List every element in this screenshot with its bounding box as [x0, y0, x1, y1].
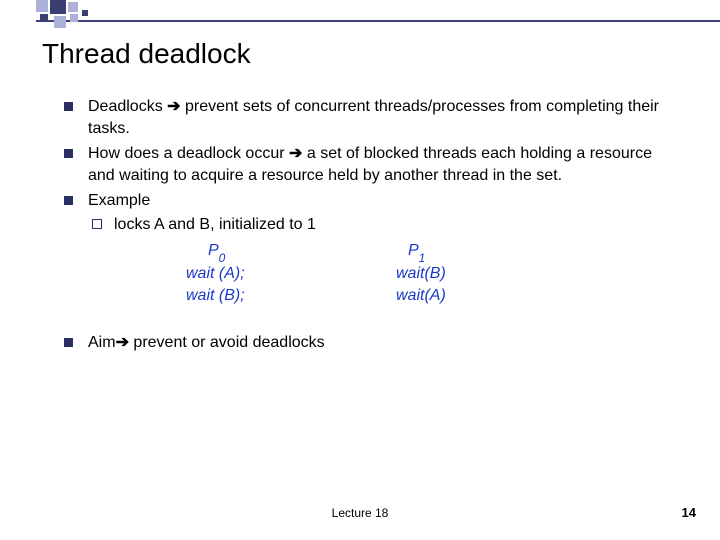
deco-square: [70, 14, 78, 22]
header-decoration: [0, 0, 720, 28]
slide: Thread deadlock Deadlocks ➔ prevent sets…: [0, 0, 720, 540]
deco-square: [36, 0, 48, 12]
sub-bullet-list: locks A and B, initialized to 1 P0 P1 wa…: [88, 214, 660, 306]
arrow-icon: ➔: [167, 98, 180, 115]
sub-bullet-item: locks A and B, initialized to 1 P0 P1 wa…: [88, 214, 660, 306]
bullet-item: Aim➔ prevent or avoid deadlocks: [60, 332, 660, 354]
slide-title: Thread deadlock: [42, 38, 251, 70]
deco-square: [68, 2, 78, 12]
code-row: P0 P1: [116, 240, 660, 263]
code-row: wait (B); wait(A): [116, 285, 660, 307]
deco-square: [82, 10, 88, 16]
bullet-list: Deadlocks ➔ prevent sets of concurrent t…: [60, 96, 660, 354]
code-cell: wait (B);: [116, 285, 316, 307]
footer-lecture: Lecture 18: [0, 506, 720, 520]
code-block: P0 P1 wait (A); wait(B) wait (B); wait(A…: [116, 240, 660, 307]
process-subscript: 0: [219, 251, 226, 265]
code-cell: wait(A): [346, 285, 546, 307]
arrow-icon: ➔: [289, 145, 302, 162]
bullet-text: Example: [88, 192, 150, 209]
process-subscript: 1: [419, 251, 426, 265]
bullet-text: Aim: [88, 334, 116, 351]
code-cell: wait (A);: [116, 263, 316, 285]
arrow-icon: ➔: [116, 334, 129, 351]
header-line: [36, 20, 720, 22]
deco-square: [40, 14, 48, 22]
code-row: wait (A); wait(B): [116, 263, 660, 285]
code-col-left: P0: [116, 240, 316, 263]
sub-bullet-text: locks A and B, initialized to 1: [114, 216, 316, 233]
bullet-text: Deadlocks: [88, 98, 167, 115]
bullet-item: Example locks A and B, initialized to 1 …: [60, 190, 660, 306]
deco-square: [50, 0, 66, 14]
process-label: P: [208, 242, 219, 259]
bullet-item: How does a deadlock occur ➔ a set of blo…: [60, 143, 660, 186]
code-cell: wait(B): [346, 263, 546, 285]
slide-content: Deadlocks ➔ prevent sets of concurrent t…: [60, 96, 660, 358]
process-label: P: [408, 242, 419, 259]
footer-page-number: 14: [682, 505, 696, 520]
deco-square: [54, 16, 66, 28]
bullet-text: prevent or avoid deadlocks: [129, 334, 325, 351]
code-col-right: P1: [346, 240, 546, 263]
bullet-item: Deadlocks ➔ prevent sets of concurrent t…: [60, 96, 660, 139]
bullet-text: How does a deadlock occur: [88, 145, 289, 162]
